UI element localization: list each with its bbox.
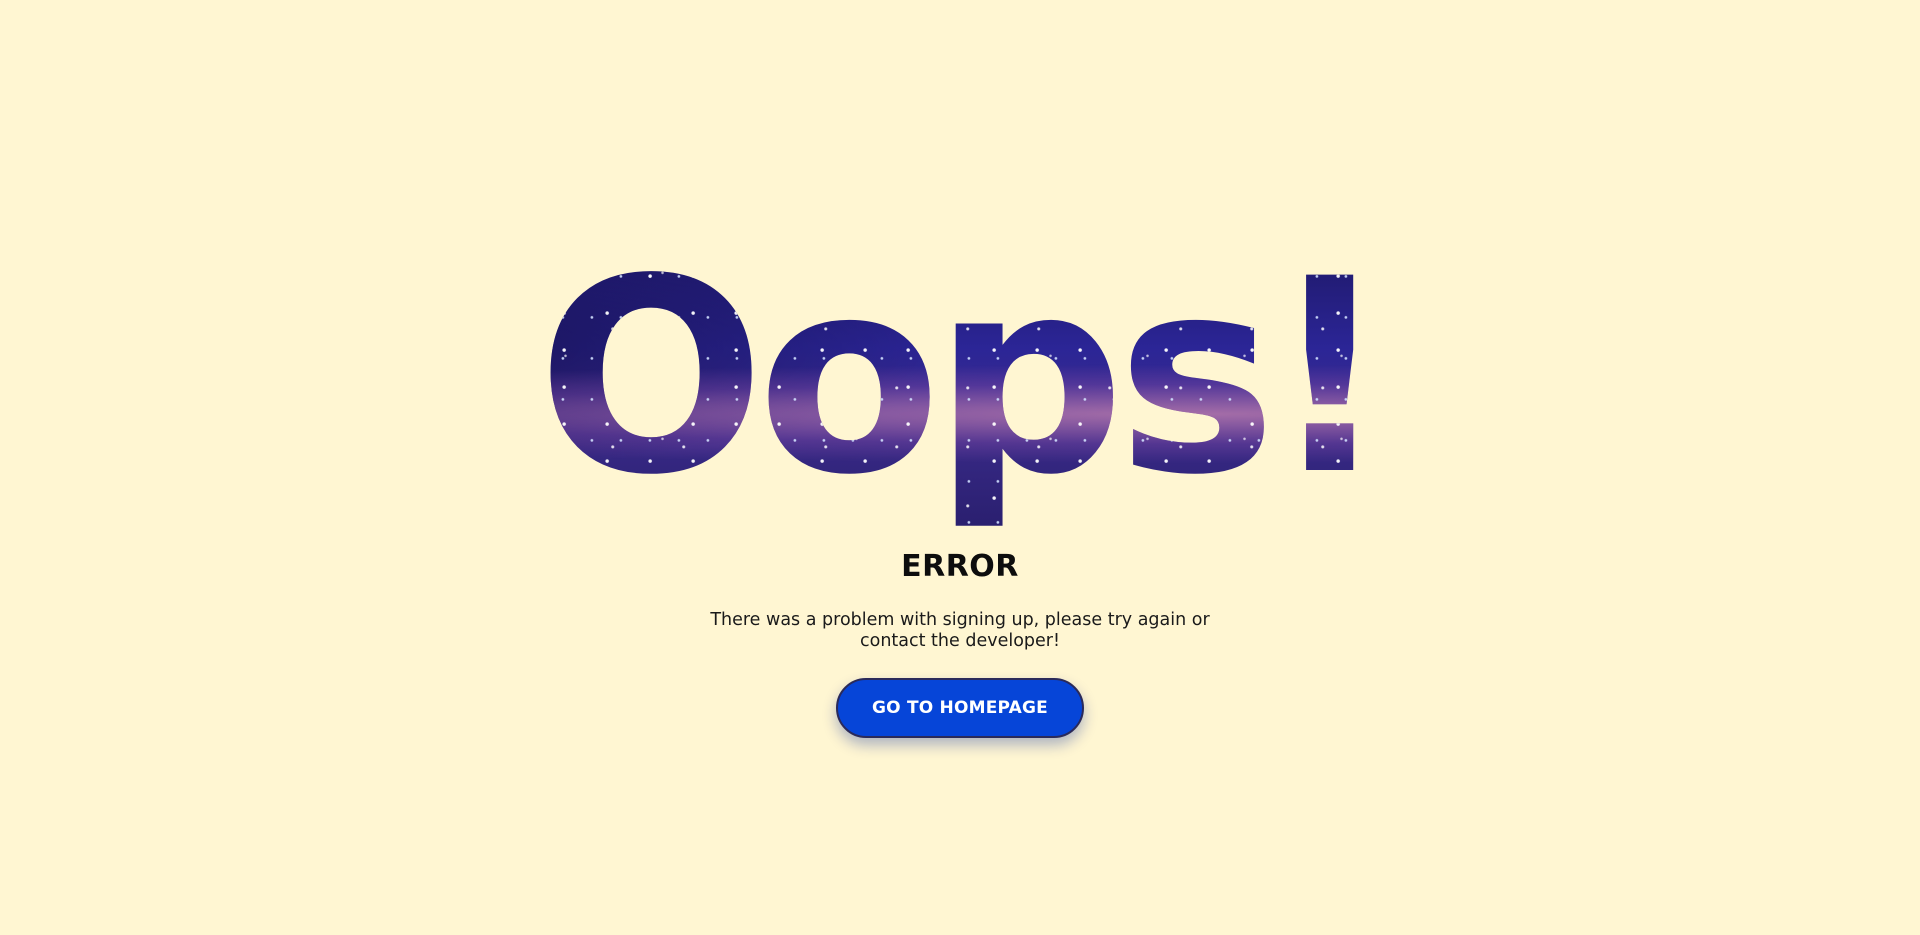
error-page: Oops! ERROR There was a problem with sig… — [0, 0, 1920, 935]
error-message: There was a problem with signing up, ple… — [710, 610, 1210, 651]
error-title: ERROR — [901, 549, 1019, 584]
oops-headline: Oops! — [0, 228, 1920, 528]
go-to-homepage-button[interactable]: GO TO HOMEPAGE — [836, 678, 1084, 738]
